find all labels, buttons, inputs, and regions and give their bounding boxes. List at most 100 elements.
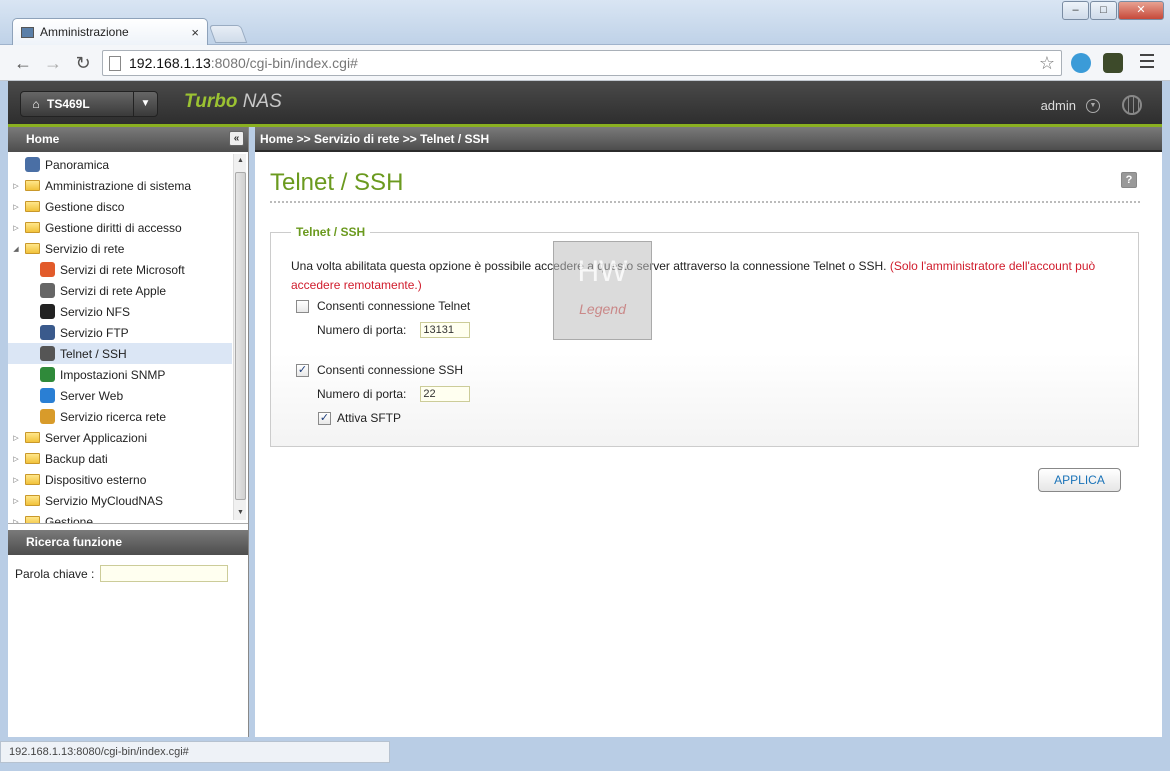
collapsed-arrow-icon[interactable]: ▷	[12, 518, 20, 524]
tab-close-icon[interactable]: ×	[191, 25, 199, 40]
telnet-checkbox[interactable]	[296, 299, 309, 313]
device-selector[interactable]: ⌂ TS469L ▼	[20, 91, 158, 117]
folder-icon	[25, 222, 40, 233]
new-tab-button[interactable]	[208, 25, 248, 43]
collapsed-arrow-icon[interactable]: ▷	[12, 434, 20, 442]
maximize-button[interactable]: □	[1090, 1, 1117, 20]
sidebar-item[interactable]: ▷ Server Applicazioni	[12, 427, 224, 448]
browser-toolbar: ← → ↻ 192.168.1.13:8080/cgi-bin/index.cg…	[0, 45, 1170, 81]
ftp-icon	[40, 325, 55, 340]
sidebar-item[interactable]: ▷ Gestione disco	[12, 196, 224, 217]
ssh-port-row: Numero di porta: 22	[317, 386, 471, 402]
apple-icon	[40, 283, 55, 298]
help-icon[interactable]: ?	[1121, 172, 1137, 188]
username: admin	[1040, 98, 1076, 113]
telnet-label: Consenti connessione Telnet	[317, 299, 471, 313]
sftp-checkbox-row[interactable]: ✓ Attiva SFTP	[318, 411, 401, 425]
sidebar-item[interactable]: Server Web	[8, 385, 232, 406]
apply-button[interactable]: APPLICA	[1038, 468, 1121, 492]
folder-icon	[25, 474, 40, 485]
sidebar-item-label: Servizio MyCloudNAS	[45, 493, 164, 508]
scroll-thumb[interactable]	[235, 172, 246, 500]
overview-icon	[25, 157, 40, 172]
folder-icon	[25, 432, 40, 443]
sidebar-item[interactable]: Servizio ricerca rete	[8, 406, 232, 427]
sidebar-item[interactable]: ▷ Backup dati	[12, 448, 224, 469]
reload-icon[interactable]: ↻	[72, 52, 94, 74]
sidebar-item[interactable]: ▷ Dispositivo esterno	[12, 469, 224, 490]
terminal-icon	[40, 346, 55, 361]
back-arrow-icon[interactable]: ←	[12, 52, 34, 74]
browser-tab[interactable]: Amministrazione ×	[12, 18, 208, 45]
sidebar-item[interactable]: Servizio FTP	[8, 322, 232, 343]
sidebar-item-label: Gestione	[45, 514, 94, 524]
keyword-input[interactable]	[100, 565, 229, 582]
ssh-checkbox-row[interactable]: ✓ Consenti connessione SSH	[296, 363, 463, 377]
address-bar[interactable]: 192.168.1.13:8080/cgi-bin/index.cgi# ☆	[102, 50, 1062, 76]
user-menu[interactable]: admin ▼	[1041, 98, 1100, 113]
folder-icon	[25, 180, 40, 191]
sidebar-item[interactable]: ◢ Servizio di rete	[12, 238, 224, 259]
page-title: Telnet / SSH	[270, 169, 404, 196]
sftp-checkbox[interactable]: ✓	[318, 411, 331, 425]
browser-status-bar: 192.168.1.13:8080/cgi-bin/index.cgi#	[0, 741, 390, 763]
skype-extension-icon[interactable]	[1071, 53, 1091, 73]
sidebar-item[interactable]: Impostazioni SNMP	[8, 364, 232, 385]
sidebar-item[interactable]: ▷ Gestione diritti di accesso	[12, 217, 224, 238]
collapsed-arrow-icon[interactable]: ▷	[12, 476, 20, 484]
sidebar-item[interactable]: Servizio NFS	[8, 301, 232, 322]
page-icon	[109, 55, 121, 71]
linux-icon	[40, 304, 55, 319]
language-globe-icon[interactable]	[1122, 95, 1142, 115]
section-title: Telnet / SSH	[291, 225, 371, 239]
sidebar-title: Home	[26, 132, 60, 146]
ssh-checkbox[interactable]: ✓	[296, 363, 309, 377]
collapsed-arrow-icon[interactable]: ▷	[12, 455, 20, 463]
folder-icon	[25, 453, 40, 464]
keyword-search: Parola chiave :	[15, 565, 229, 582]
sidebar-item-label: Servizio di rete	[45, 241, 125, 256]
title-divider	[270, 201, 1140, 203]
collapsed-arrow-icon[interactable]: ▷	[12, 182, 20, 190]
bookmark-star-icon[interactable]: ☆	[1039, 53, 1055, 74]
sidebar-item-label: Server Applicazioni	[45, 430, 148, 445]
telnet-checkbox-row[interactable]: Consenti connessione Telnet	[296, 299, 470, 313]
minimize-button[interactable]: –	[1062, 1, 1089, 20]
sidebar-item-label: Servizio NFS	[60, 304, 131, 319]
sidebar-item[interactable]: ▷ Gestione	[12, 511, 224, 524]
expanded-arrow-icon[interactable]: ◢	[12, 245, 20, 253]
sidebar-item[interactable]: Telnet / SSH	[8, 343, 232, 364]
scroll-down-icon[interactable]: ▼	[234, 506, 247, 520]
forward-arrow-icon[interactable]: →	[42, 52, 64, 74]
breadcrumb: Home >> Servizio di rete >> Telnet / SSH	[255, 127, 1162, 152]
collapsed-arrow-icon[interactable]: ▷	[12, 497, 20, 505]
telnet-port-input[interactable]: 13131	[420, 322, 471, 338]
scroll-up-icon[interactable]: ▲	[234, 154, 247, 168]
window-controls: – □ ✕	[1062, 1, 1164, 20]
discovery-icon	[40, 409, 55, 424]
tree-scrollbar[interactable]: ▲ ▼	[233, 154, 246, 520]
collapsed-arrow-icon[interactable]: ▷	[12, 224, 20, 232]
collapse-sidebar-button[interactable]: «	[229, 131, 244, 146]
url-host: 192.168.1.13	[129, 55, 211, 71]
ssh-port-label: Numero di porta:	[317, 387, 407, 401]
user-dropdown-icon[interactable]: ▼	[1086, 98, 1100, 113]
sidebar-item[interactable]: Panoramica	[12, 154, 224, 175]
sidebar-header: Home «	[8, 127, 248, 152]
sidebar-item-label: Gestione disco	[45, 199, 125, 214]
ssh-port-input[interactable]: 22	[420, 386, 471, 402]
keyword-label: Parola chiave :	[15, 566, 95, 581]
collapsed-arrow-icon[interactable]: ▷	[12, 203, 20, 211]
sidebar-item-label: Dispositivo esterno	[45, 472, 147, 487]
sidebar-item-label: Servizi di rete Apple	[60, 283, 167, 298]
tab-title: Amministrazione	[40, 25, 129, 39]
browser-menu-icon[interactable]	[1140, 54, 1154, 68]
sidebar-item[interactable]: ▷ Amministrazione di sistema	[12, 175, 224, 196]
sftp-label: Attiva SFTP	[337, 411, 402, 425]
sidebar-item[interactable]: Servizi di rete Apple	[8, 280, 232, 301]
extension-icon[interactable]	[1103, 53, 1123, 73]
close-window-button[interactable]: ✕	[1118, 1, 1164, 20]
sidebar-item[interactable]: ▷ Servizio MyCloudNAS	[12, 490, 224, 511]
sidebar-item-label: Impostazioni SNMP	[60, 367, 166, 382]
sidebar-item[interactable]: Servizi di rete Microsoft	[8, 259, 232, 280]
